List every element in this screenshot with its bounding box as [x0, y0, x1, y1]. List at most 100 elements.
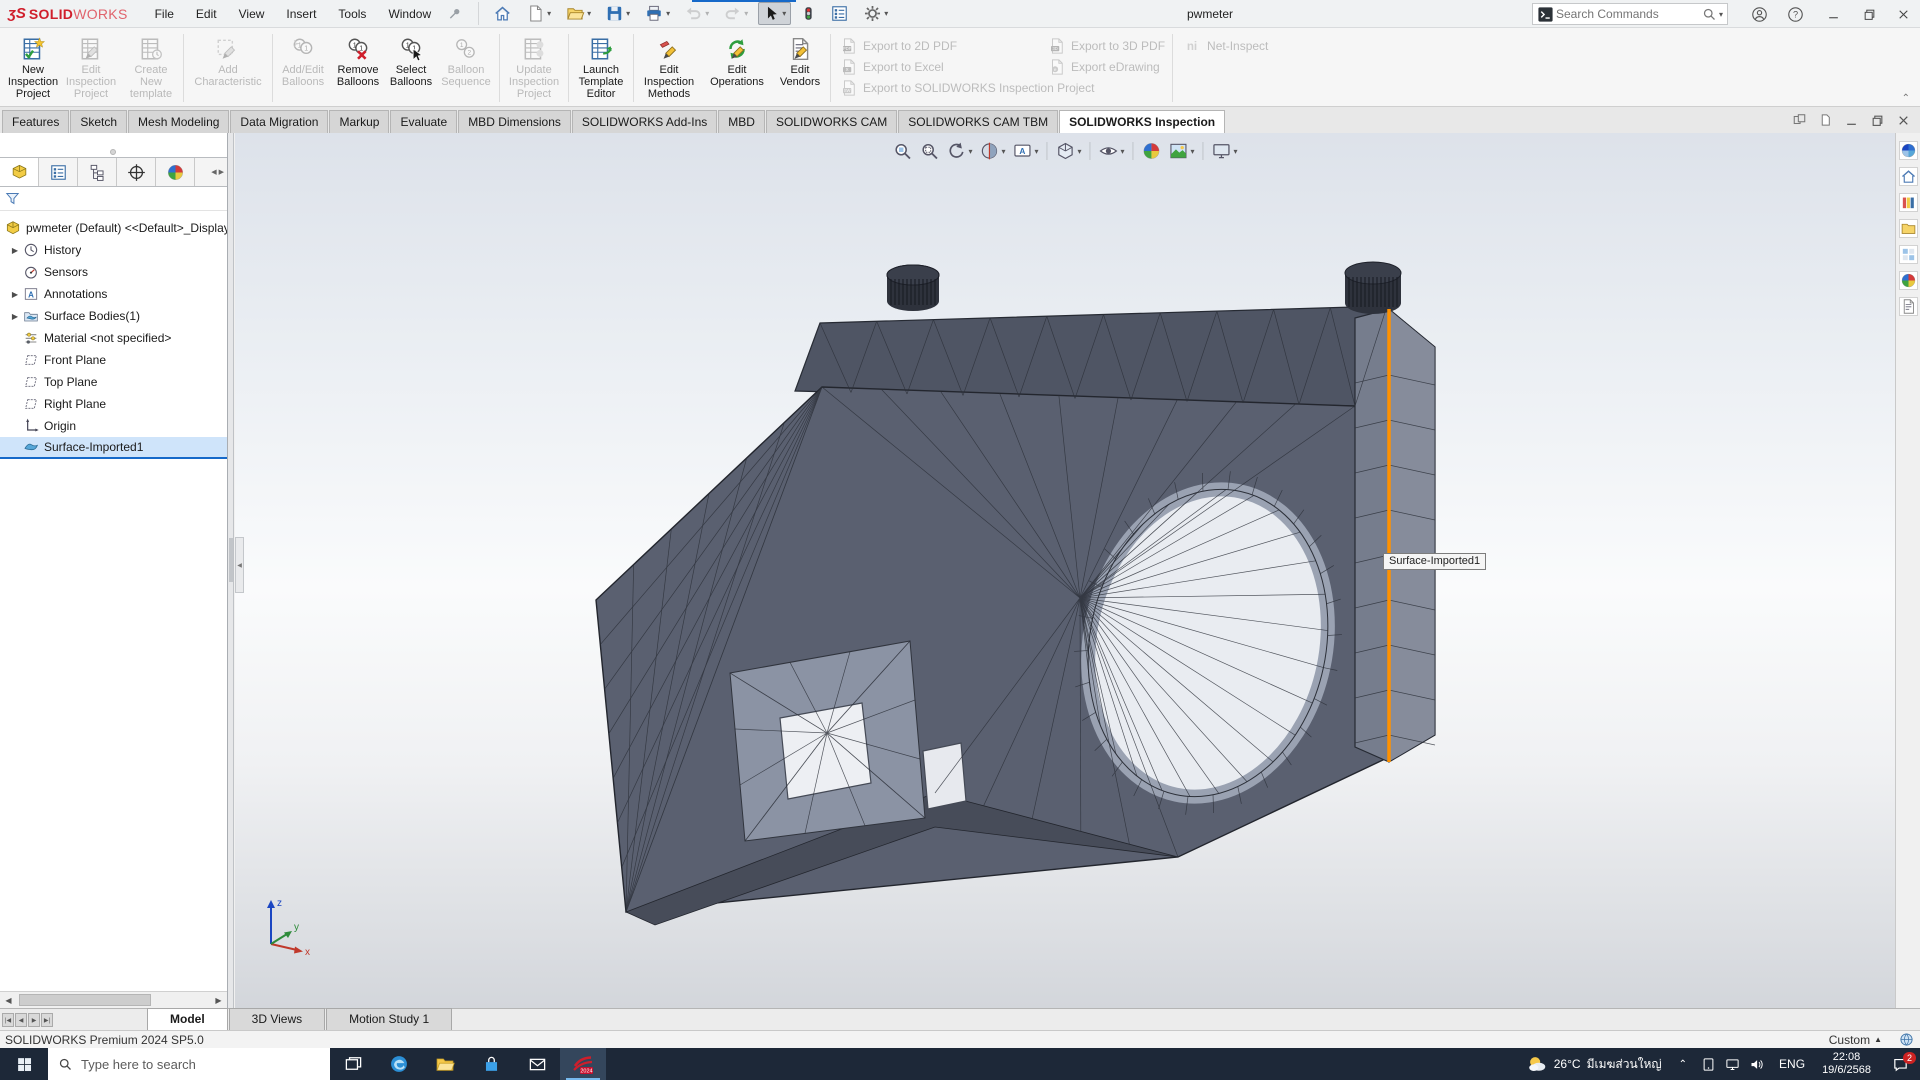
tab-solidworks-cam[interactable]: SOLIDWORKS CAM: [766, 110, 897, 133]
tray-tablet-icon[interactable]: [1701, 1057, 1716, 1072]
dropdown-caret-icon[interactable]: ▾: [782, 9, 786, 18]
tab-data-migration[interactable]: Data Migration: [230, 110, 328, 133]
tray-volume-icon[interactable]: [1749, 1057, 1764, 1072]
model-mesh[interactable]: [235, 133, 1895, 1008]
menu-tools[interactable]: Tools: [327, 2, 377, 26]
ribbon-collapse-chevron[interactable]: ⌃: [1902, 93, 1910, 104]
ribbon-remove-balloons-button[interactable]: 11RemoveBalloons: [330, 30, 386, 106]
ribbon-new-inspection-button[interactable]: NewInspectionProject: [6, 30, 60, 106]
scrollbar-thumb[interactable]: [19, 994, 151, 1006]
model-tab-model[interactable]: Model: [147, 1008, 228, 1030]
open-button[interactable]: ▾: [561, 2, 595, 25]
tree-item-sensors[interactable]: Sensors: [0, 261, 227, 283]
tab-solidworks-cam-tbm[interactable]: SOLIDWORKS CAM TBM: [898, 110, 1058, 133]
file-explorer-pane-button[interactable]: [1899, 219, 1918, 238]
search-caret-icon[interactable]: ▾: [1719, 10, 1723, 19]
ribbon-edit-operations-button[interactable]: EditOperations: [701, 30, 773, 106]
user-account-button[interactable]: [1746, 2, 1772, 26]
pin-icon[interactable]: [448, 7, 462, 21]
restore-doc-button[interactable]: [1869, 112, 1886, 128]
dropdown-caret-icon[interactable]: ▾: [705, 9, 709, 18]
home-button[interactable]: [489, 2, 516, 25]
file-properties-button[interactable]: [826, 2, 853, 25]
taskbar-store-button[interactable]: [468, 1048, 514, 1080]
expander-icon[interactable]: ▶: [8, 312, 22, 321]
panel-tab-displaymanager[interactable]: [156, 158, 195, 186]
panel-tab-propertymanager[interactable]: [39, 158, 78, 186]
tab-scroll-right-icon[interactable]: ▶: [219, 168, 224, 176]
save-button[interactable]: ▾: [601, 2, 634, 25]
tree-item-surface-bodies-1-[interactable]: ▶Surface Bodies(1): [0, 305, 227, 327]
ribbon-edit-vendors-button[interactable]: EditVendors: [773, 30, 827, 106]
dropdown-caret-icon[interactable]: ▾: [547, 9, 551, 18]
language-indicator[interactable]: ENG: [1771, 1057, 1813, 1071]
tray-expand-chevron[interactable]: ⌃: [1672, 1059, 1694, 1070]
tab-mbd[interactable]: MBD: [718, 110, 765, 133]
tab-solidworks-inspection[interactable]: SOLIDWORKS Inspection: [1059, 110, 1225, 133]
design-library-button[interactable]: [1899, 193, 1918, 212]
expander-icon[interactable]: ▶: [8, 290, 22, 299]
solidworks-resources-button[interactable]: [1899, 167, 1918, 186]
filter-funnel-icon[interactable]: [4, 190, 21, 207]
menu-insert[interactable]: Insert: [275, 2, 327, 26]
panel-grip[interactable]: [0, 133, 227, 157]
tray-monitor-icon[interactable]: [1725, 1057, 1740, 1072]
panel-splitter[interactable]: [228, 133, 234, 1008]
last-tab-icon[interactable]: ▶|: [41, 1013, 53, 1027]
units-selector[interactable]: Custom▲: [1829, 1033, 1882, 1047]
tab-features[interactable]: Features: [2, 110, 69, 133]
dropdown-caret-icon[interactable]: ▾: [744, 9, 748, 18]
rebuild-button[interactable]: [797, 2, 820, 25]
select-button[interactable]: ▾: [758, 2, 791, 25]
dropdown-caret-icon[interactable]: ▾: [587, 9, 591, 18]
scroll-right-icon[interactable]: ▶: [210, 992, 227, 1008]
taskbar-mail-button[interactable]: [514, 1048, 560, 1080]
tree-item-front-plane[interactable]: Front Plane: [0, 349, 227, 371]
scroll-left-icon[interactable]: ◀: [0, 992, 17, 1008]
command-search[interactable]: ▾: [1532, 3, 1728, 25]
menu-file[interactable]: File: [144, 2, 185, 26]
close-button[interactable]: [1890, 2, 1916, 26]
model-tab-3d-views[interactable]: 3D Views: [229, 1008, 325, 1030]
taskbar-file-explorer-app-button[interactable]: [422, 1048, 468, 1080]
close-doc-button[interactable]: [1895, 112, 1912, 128]
search-icon[interactable]: [1702, 7, 1717, 22]
print-button[interactable]: ▾: [640, 2, 674, 25]
tab-markup[interactable]: Markup: [329, 110, 389, 133]
dropdown-caret-icon[interactable]: ▾: [884, 9, 888, 18]
tab-scroll-left-icon[interactable]: ◀: [211, 168, 216, 176]
menu-edit[interactable]: Edit: [185, 2, 228, 26]
taskbar-edge-button[interactable]: [376, 1048, 422, 1080]
model-tab-motion-study-1[interactable]: Motion Study 1: [326, 1008, 452, 1030]
taskbar-task-view-button[interactable]: [330, 1048, 376, 1080]
panel-tab-configurationmanager[interactable]: [78, 158, 117, 186]
ribbon-select-balloons-button[interactable]: 11SelectBalloons: [386, 30, 436, 106]
tab-mbd-dimensions[interactable]: MBD Dimensions: [458, 110, 571, 133]
tree-item-right-plane[interactable]: Right Plane: [0, 393, 227, 415]
taskbar-solidworks-app-button[interactable]: 2024: [560, 1048, 606, 1080]
tree-root[interactable]: pwmeter (Default) <<Default>_Display: [0, 217, 227, 239]
custom-properties-button[interactable]: [1899, 297, 1918, 316]
new-document-button[interactable]: ▾: [522, 2, 555, 25]
minimize-doc-button[interactable]: [1843, 112, 1860, 128]
tree-item-history[interactable]: ▶History: [0, 239, 227, 261]
panel-tab-featuremanager[interactable]: [0, 158, 39, 186]
menu-view[interactable]: View: [228, 2, 276, 26]
menu-window[interactable]: Window: [377, 2, 442, 26]
globe-icon[interactable]: [1899, 1032, 1914, 1047]
tab-mesh-modeling[interactable]: Mesh Modeling: [128, 110, 229, 133]
prev-tab-icon[interactable]: ◀: [15, 1013, 27, 1027]
minimize-button[interactable]: [1820, 2, 1846, 26]
tab-evaluate[interactable]: Evaluate: [390, 110, 457, 133]
next-tab-icon[interactable]: ▶: [28, 1013, 40, 1027]
start-button[interactable]: [0, 1048, 48, 1080]
tree-item-annotations[interactable]: ▶AAnnotations: [0, 283, 227, 305]
panel-collapse-handle[interactable]: ◀: [235, 537, 244, 593]
previous-window-button[interactable]: [1791, 112, 1808, 128]
help-button[interactable]: ?: [1782, 2, 1808, 26]
tree-item-origin[interactable]: Origin: [0, 415, 227, 437]
tree-item-top-plane[interactable]: Top Plane: [0, 371, 227, 393]
clock[interactable]: 22:08 19/6/2568: [1813, 1051, 1880, 1077]
search-commands-input[interactable]: [1554, 6, 1702, 22]
weather-widget[interactable]: 26°C มีเมฆส่วนใหญ่: [1516, 1053, 1672, 1075]
